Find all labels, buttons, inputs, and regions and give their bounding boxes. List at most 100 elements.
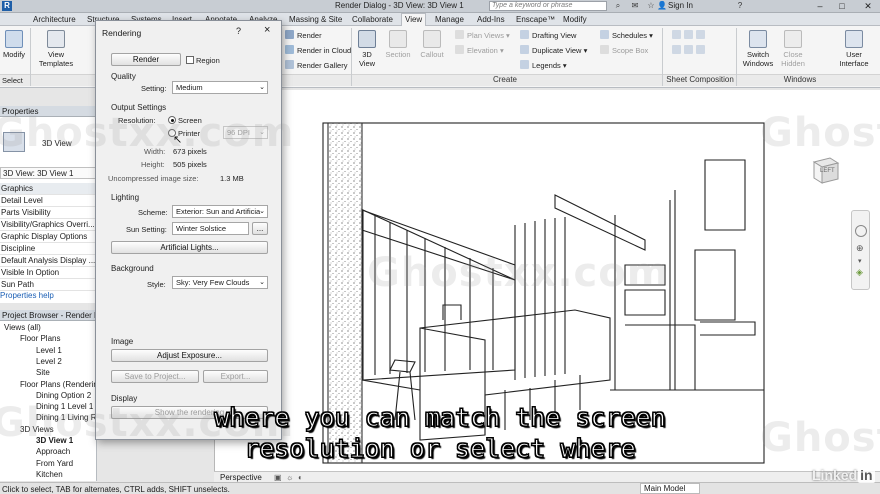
close-window-button[interactable]: ✕ — [860, 0, 876, 12]
viewcube[interactable]: LEFT — [808, 154, 842, 186]
tree-item[interactable]: Floor Plans (Rendering) — [20, 380, 105, 390]
help-icon[interactable]: ? — [735, 1, 745, 11]
shadows-icon[interactable]: ◐ — [298, 473, 303, 482]
property-row[interactable]: Visibility/Graphics Overri... — [0, 219, 97, 231]
legends-button[interactable]: Legends ▾ — [520, 60, 567, 71]
close-hidden-icon — [784, 30, 802, 48]
subscription-icon[interactable]: ✉ — [630, 1, 640, 11]
tree-item[interactable]: Kitchen — [36, 470, 63, 480]
adjust-exposure-button[interactable]: Adjust Exposure... — [111, 349, 268, 362]
close-hidden-button[interactable]: Close Hidden — [778, 30, 808, 68]
tab-architecture[interactable]: Architecture — [30, 14, 79, 26]
property-row[interactable]: Discipline — [0, 243, 97, 255]
elevation-button[interactable]: Elevation ▾ — [455, 45, 504, 56]
dialog-title: Rendering — [102, 28, 142, 38]
project-browser-header: Project Browser - Render Dialog — [0, 310, 97, 321]
render-start-button[interactable]: Render — [111, 53, 181, 66]
sun-setting-field[interactable]: Winter Solstice — [172, 222, 249, 235]
property-row[interactable]: Default Analysis Display ... — [0, 255, 97, 267]
sheet-icons-row[interactable] — [672, 30, 708, 41]
scheme-label: Scheme: — [138, 208, 168, 217]
tree-item[interactable]: Level 1 — [36, 346, 62, 356]
scope-box-button[interactable]: Scope Box — [600, 45, 648, 56]
property-row[interactable]: Graphic Display Options — [0, 231, 97, 243]
dialog-help-button[interactable]: ? — [236, 26, 241, 36]
3d-view-button[interactable]: 3D View — [355, 30, 379, 68]
main-model-select[interactable]: Main Model — [640, 483, 700, 494]
tab-view[interactable]: View — [401, 13, 427, 27]
tree-item[interactable]: Approach — [36, 447, 70, 457]
drafting-view-button[interactable]: Drafting View — [520, 30, 576, 41]
revisions-icon — [684, 45, 693, 54]
region-checkbox[interactable] — [186, 56, 194, 64]
scheme-select[interactable]: Exterior: Sun and Artificia ⌄ — [172, 205, 268, 218]
view-control-bar: Perspective ▣ ☼ ◐ — [214, 471, 880, 482]
render-button[interactable]: Render — [285, 30, 322, 41]
render-gallery-button[interactable]: Render Gallery — [285, 60, 347, 71]
sun-setting-browse-button[interactable]: ... — [252, 222, 268, 235]
duplicate-view-button[interactable]: Duplicate View ▾ — [520, 45, 587, 56]
sheet-icons-row-2[interactable] — [672, 45, 708, 56]
instance-selector[interactable]: 3D View: 3D View 1 — [0, 167, 97, 179]
save-to-project-button[interactable]: Save to Project... — [111, 370, 199, 383]
revit-logo-icon[interactable]: R — [2, 1, 12, 11]
tree-item[interactable]: Level 2 — [36, 357, 62, 367]
chevron-down-icon: ⌄ — [259, 208, 265, 215]
view-reference-icon — [672, 45, 681, 54]
tree-item[interactable]: Site — [36, 368, 50, 378]
modify-button[interactable]: Modify — [0, 30, 28, 59]
tree-item[interactable]: Floor Plans — [20, 334, 60, 344]
matchline-icon — [696, 30, 705, 39]
sun-path-icon[interactable]: ☼ — [286, 473, 293, 482]
render-cloud-button[interactable]: Render in Cloud — [285, 45, 351, 56]
sign-in-link[interactable]: Sign In — [668, 1, 693, 10]
scope-box-icon — [600, 45, 609, 54]
binoculars-icon[interactable]: ⌕ — [613, 1, 623, 11]
section-icon — [389, 30, 407, 48]
tab-add-ins[interactable]: Add-Ins — [474, 14, 508, 26]
background-style-select[interactable]: Sky: Very Few Clouds ⌄ — [172, 276, 268, 289]
property-row[interactable]: Parts Visibility — [0, 207, 97, 219]
user-icon[interactable]: 👤 — [657, 1, 667, 11]
view-mode-label[interactable]: Perspective — [220, 473, 262, 482]
tab-collaborate[interactable]: Collaborate — [349, 14, 396, 26]
sheet-icon — [672, 30, 681, 39]
property-group-header[interactable]: Graphics — [0, 183, 97, 195]
section-button[interactable]: Section — [383, 30, 413, 59]
artificial-lights-button[interactable]: Artificial Lights... — [111, 241, 268, 254]
select-dropdown[interactable]: Select — [0, 76, 28, 85]
guide-grid-icon — [696, 45, 705, 54]
minimize-button[interactable]: – — [812, 0, 828, 12]
maximize-button[interactable]: □ — [834, 0, 850, 12]
property-row[interactable]: Sun Path — [0, 279, 97, 291]
property-row[interactable]: Detail Level — [0, 195, 97, 207]
properties-help-link[interactable]: Properties help — [0, 291, 54, 300]
duplicate-icon — [520, 45, 529, 54]
navigation-bar[interactable]: ⊕ ▾ ◈ — [851, 210, 870, 290]
callout-button[interactable]: Callout — [417, 30, 447, 59]
visual-style-icon[interactable]: ▣ — [274, 473, 282, 482]
property-row[interactable]: Visible In Option — [0, 267, 97, 279]
export-button[interactable]: Export... — [203, 370, 268, 383]
tab-enscape[interactable]: Enscape™ — [513, 14, 558, 26]
quality-setting-select[interactable]: Medium ⌄ — [172, 81, 268, 94]
tab-massing-site[interactable]: Massing & Site — [286, 14, 345, 26]
zoom-dropdown-icon[interactable]: ▾ — [858, 257, 862, 265]
view-templates-button[interactable]: View Templates — [36, 30, 76, 68]
user-interface-button[interactable]: User Interface — [835, 30, 873, 68]
viewcube-face-label: LEFT — [820, 168, 835, 174]
star-icon[interactable]: ☆ — [646, 1, 656, 11]
dialog-close-button[interactable]: × — [264, 24, 270, 36]
tree-item[interactable]: From Yard — [36, 459, 73, 469]
plan-views-button[interactable]: Plan Views ▾ — [455, 30, 510, 41]
view-templates-icon — [47, 30, 65, 48]
full-navigation-icon[interactable]: ◈ — [856, 267, 863, 278]
tab-modify[interactable]: Modify — [560, 14, 590, 26]
steering-wheel-icon[interactable] — [855, 225, 867, 237]
search-input[interactable]: Type a keyword or phrase — [489, 1, 607, 11]
tab-manage[interactable]: Manage — [432, 14, 467, 26]
schedules-button[interactable]: Schedules ▾ — [600, 30, 653, 41]
switch-windows-button[interactable]: Switch Windows — [740, 30, 776, 68]
zoom-icon[interactable]: ⊕ — [856, 243, 864, 254]
tree-item[interactable]: Views (all) — [4, 323, 41, 333]
